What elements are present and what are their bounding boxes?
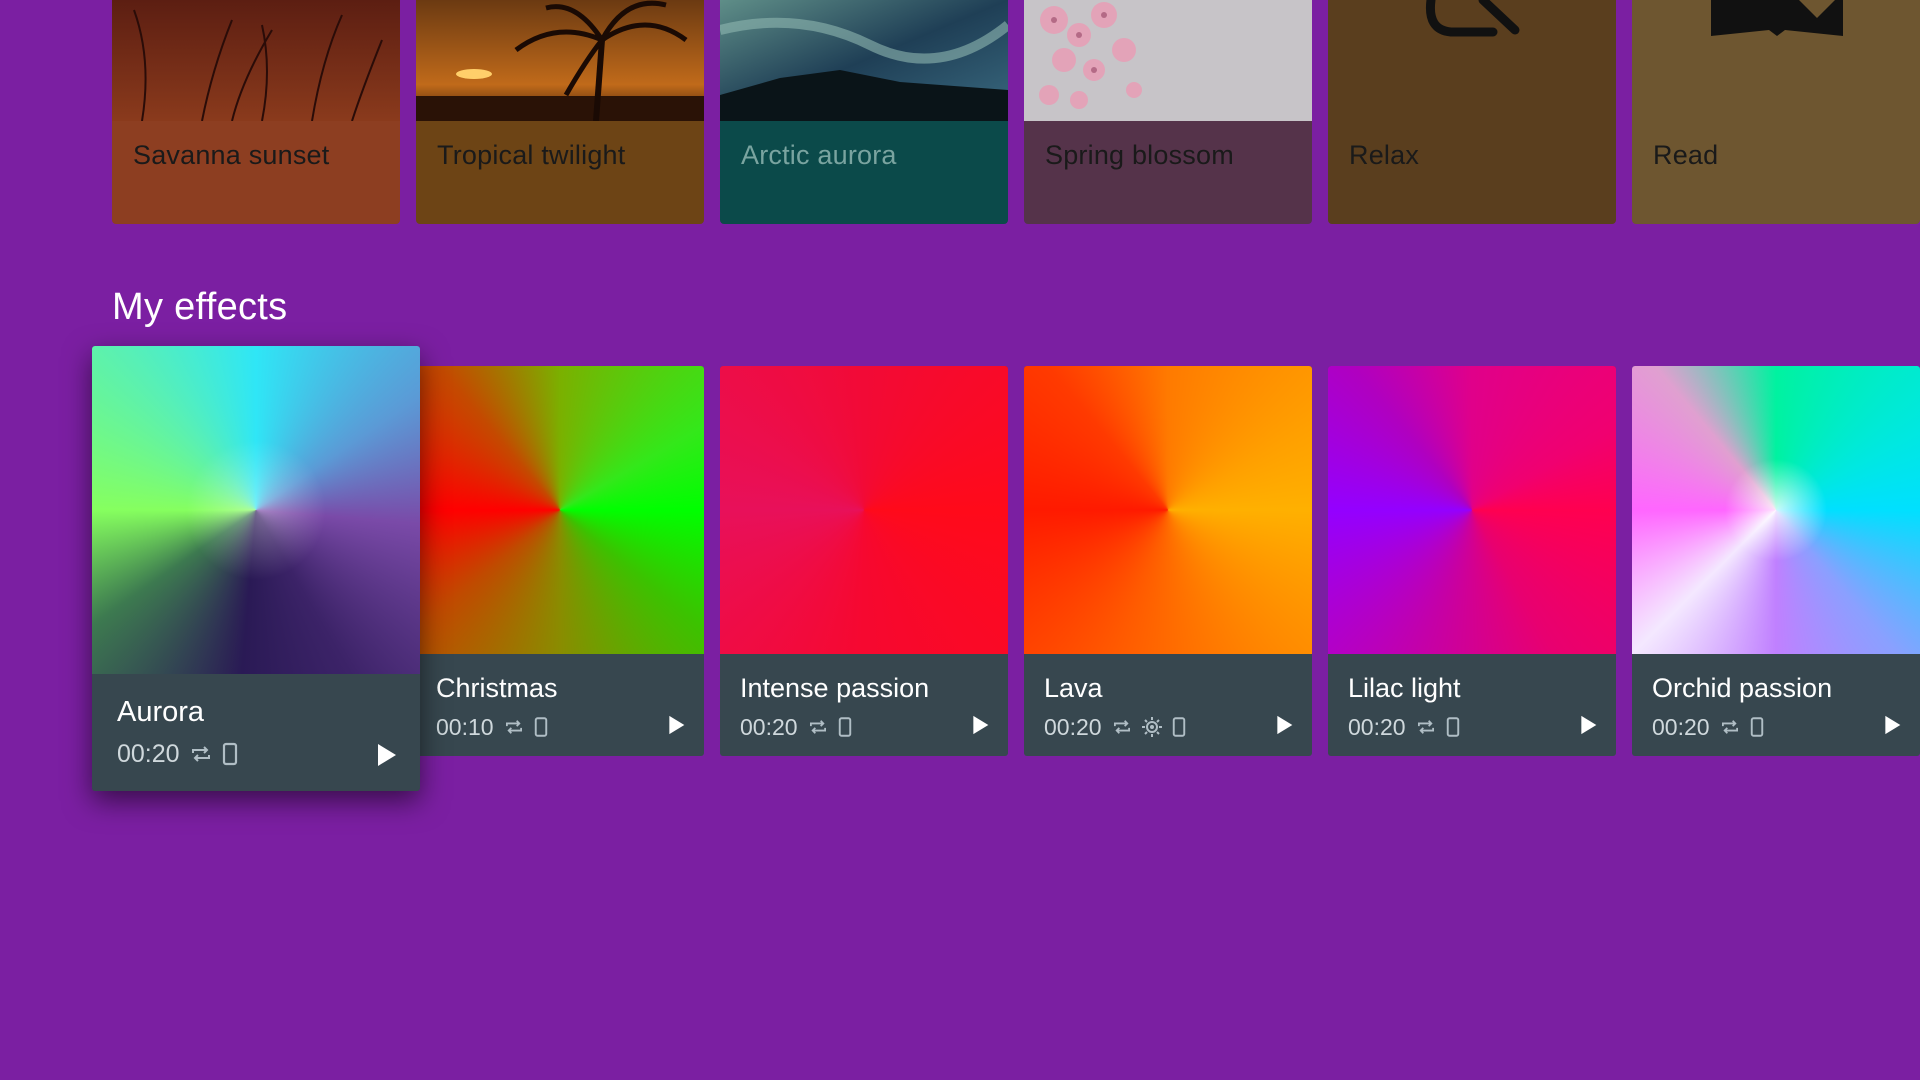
scene-card-savanna-sunset[interactable]: Savanna sunset <box>112 0 400 224</box>
effect-card-intense-passion[interactable]: Intense passion 00:20 <box>720 366 1008 756</box>
effect-meta: 00:20 <box>740 712 862 742</box>
play-icon[interactable] <box>970 714 990 736</box>
effect-name: Intense passion <box>740 673 930 703</box>
effect-name: Christmas <box>436 673 558 703</box>
effect-duration: 00:20 <box>1044 713 1102 740</box>
effect-card-orchid-passion[interactable]: Orchid passion 00:20 <box>1632 366 1920 756</box>
play-icon[interactable] <box>1882 714 1902 736</box>
effect-card-aurora[interactable]: Aurora 00:20 <box>92 346 420 791</box>
effect-meta: 00:20 <box>1044 712 1196 742</box>
phone-icon <box>222 742 237 766</box>
scene-label: Tropical twilight <box>437 140 626 170</box>
effect-meta: 00:20 <box>1348 712 1470 742</box>
effect-duration: 00:20 <box>740 713 798 740</box>
effect-card-lilac-light[interactable]: Lilac light 00:20 <box>1328 366 1616 756</box>
scene-card-arctic-aurora[interactable]: Arctic aurora <box>720 0 1008 224</box>
effect-duration: 00:20 <box>1652 713 1710 740</box>
repeat-icon <box>505 720 522 734</box>
scene-card-read[interactable]: Read <box>1632 0 1920 224</box>
repeat-icon <box>1721 720 1738 734</box>
section-title: My effects <box>112 286 288 328</box>
effect-duration: 00:10 <box>436 713 494 740</box>
effect-name: Aurora <box>117 696 205 728</box>
scene-label: Spring blossom <box>1045 140 1234 170</box>
lounge-chair-icon <box>1425 0 1520 37</box>
repeat-icon <box>1113 720 1130 734</box>
effect-meta: 00:10 <box>436 712 558 742</box>
effect-meta: 00:20 <box>1652 712 1774 742</box>
arctic-aurora-image <box>720 0 1008 121</box>
effect-name: Orchid passion <box>1652 673 1833 703</box>
effect-name: Lava <box>1044 673 1103 703</box>
effect-card-lava[interactable]: Lava 00:20 <box>1024 366 1312 756</box>
repeat-icon <box>191 746 210 762</box>
phone-icon <box>838 717 851 737</box>
tropical-twilight-image <box>416 0 704 121</box>
play-icon[interactable] <box>1578 714 1598 736</box>
phone-icon <box>1750 717 1763 737</box>
scene-card-spring-blossom[interactable]: Spring blossom <box>1024 0 1312 224</box>
scene-label: Read <box>1653 140 1719 170</box>
repeat-icon <box>809 720 826 734</box>
effect-name: Lilac light <box>1348 673 1461 703</box>
effect-gradient <box>1328 366 1616 654</box>
scene-label: Arctic aurora <box>741 140 897 170</box>
effect-duration: 00:20 <box>1348 713 1406 740</box>
phone-icon <box>534 717 547 737</box>
play-icon[interactable] <box>1274 714 1294 736</box>
effect-card-christmas[interactable]: Christmas 00:10 <box>416 366 704 756</box>
scene-card-relax[interactable]: Relax <box>1328 0 1616 224</box>
open-book-icon <box>1711 0 1843 36</box>
phone-icon <box>1446 717 1459 737</box>
effect-duration: 00:20 <box>117 739 180 768</box>
effect-gradient <box>720 366 1008 654</box>
phone-icon <box>1172 717 1185 737</box>
spring-blossom-image <box>1024 0 1312 121</box>
effect-gradient <box>1632 366 1920 654</box>
repeat-icon <box>1417 720 1434 734</box>
play-icon[interactable] <box>666 714 686 736</box>
scene-label: Relax <box>1349 140 1420 170</box>
effect-gradient <box>1024 366 1312 654</box>
effect-gradient <box>416 366 704 654</box>
play-icon[interactable] <box>374 742 398 768</box>
savanna-sunset-image <box>112 0 400 121</box>
brightness-icon <box>1141 717 1162 737</box>
scene-card-tropical-twilight[interactable]: Tropical twilight <box>416 0 704 224</box>
effect-gradient <box>92 346 420 674</box>
effect-meta: 00:20 <box>117 739 248 769</box>
scene-label: Savanna sunset <box>133 140 330 170</box>
